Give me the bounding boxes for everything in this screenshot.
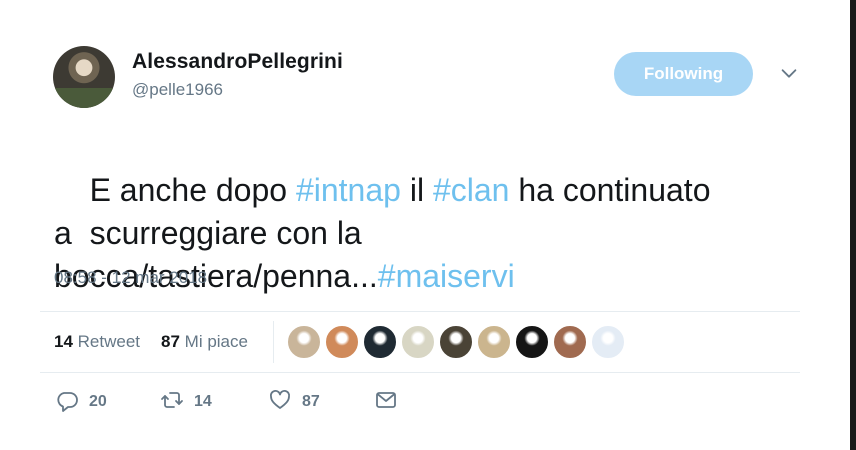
retweet-stat[interactable]: 14 Retweet xyxy=(54,332,140,352)
tweet-text-segment: il xyxy=(400,172,433,208)
reply-icon xyxy=(55,388,79,417)
divider xyxy=(40,311,800,312)
envelope-icon xyxy=(374,388,398,417)
liker-avatar[interactable] xyxy=(591,325,625,359)
likes-label: Mi piace xyxy=(184,332,248,351)
liker-avatar[interactable] xyxy=(287,325,321,359)
like-button[interactable]: 87 xyxy=(268,388,320,417)
liker-avatar[interactable] xyxy=(325,325,359,359)
like-count: 87 xyxy=(302,393,320,410)
liker-avatar[interactable] xyxy=(477,325,511,359)
tweet-card: AlessandroPellegrini @pelle1966 Followin… xyxy=(0,0,856,450)
likes-stat[interactable]: 87 Mi piace xyxy=(161,332,248,352)
retweet-icon xyxy=(160,388,184,417)
retweet-button[interactable]: 14 xyxy=(160,390,212,414)
hashtag-link[interactable]: #maiservi xyxy=(378,258,515,294)
liker-avatar[interactable] xyxy=(363,325,397,359)
window-edge xyxy=(850,0,856,450)
likes-count: 87 xyxy=(161,332,180,351)
avatar[interactable] xyxy=(53,46,115,108)
liker-avatar[interactable] xyxy=(439,325,473,359)
retweet-label: Retweet xyxy=(77,332,141,351)
hashtag-link[interactable]: #clan xyxy=(433,172,510,208)
chevron-down-icon[interactable] xyxy=(778,62,800,84)
retweet-action-count: 14 xyxy=(194,393,212,410)
liker-avatar[interactable] xyxy=(553,325,587,359)
reply-count: 20 xyxy=(89,393,107,410)
liker-avatar[interactable] xyxy=(401,325,435,359)
user-handle[interactable]: @pelle1966 xyxy=(132,80,223,100)
reply-button[interactable]: 20 xyxy=(55,390,107,414)
tweet-text: E anche dopo #intnap il #clan ha continu… xyxy=(54,126,814,341)
retweet-count: 14 xyxy=(54,332,73,351)
user-name[interactable]: AlessandroPellegrini xyxy=(132,50,343,74)
following-button[interactable]: Following xyxy=(614,52,753,96)
hashtag-link[interactable]: #intnap xyxy=(296,172,401,208)
liker-avatar[interactable] xyxy=(515,325,549,359)
stats-separator xyxy=(273,321,274,363)
heart-icon xyxy=(268,388,292,417)
tweet-timestamp[interactable]: 08:58 - 12 mar 2018 xyxy=(54,268,207,288)
divider xyxy=(40,372,800,373)
tweet-text-segment: E anche dopo xyxy=(89,172,296,208)
direct-message-button[interactable] xyxy=(374,390,398,414)
